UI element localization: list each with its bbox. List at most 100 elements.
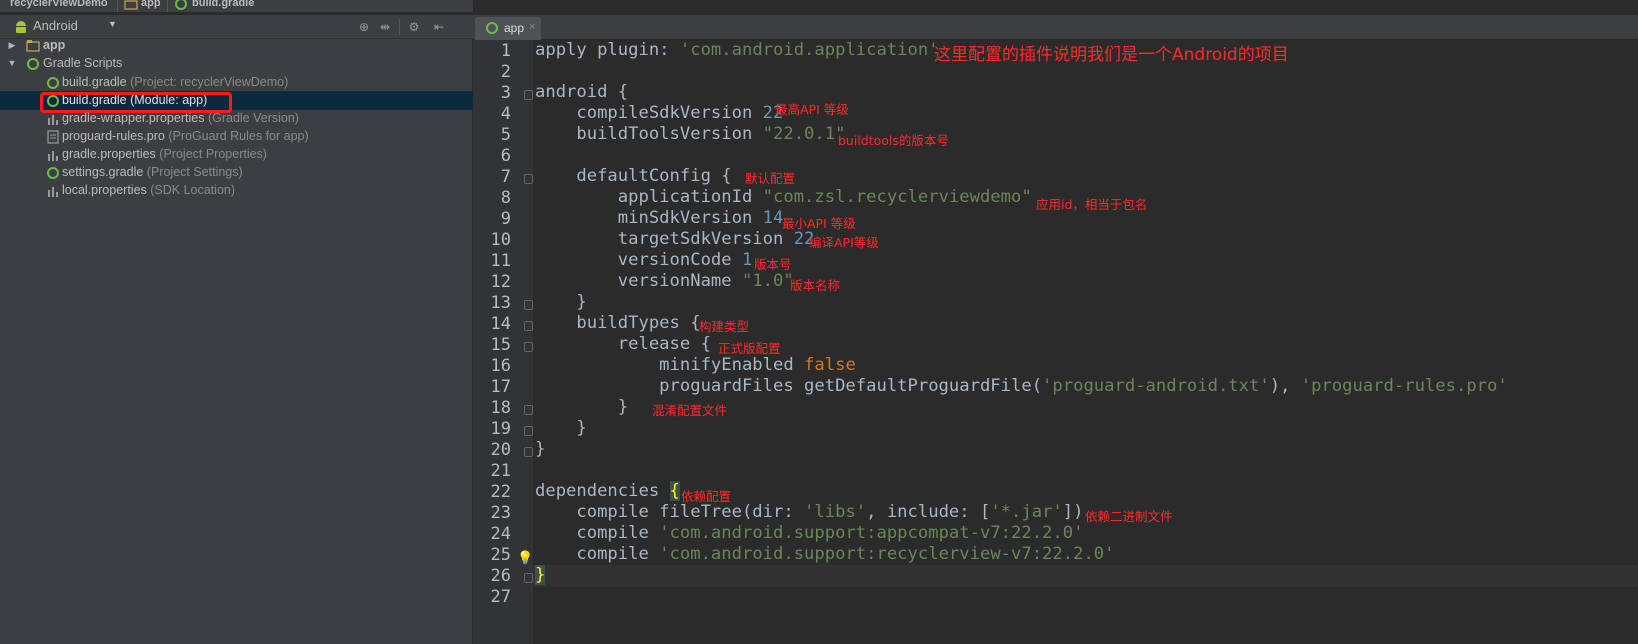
- code-line: }: [535, 292, 587, 312]
- code-token: dependencies: [535, 481, 670, 501]
- tree-item-sublabel: (Project Properties): [159, 147, 267, 161]
- code-token: 'libs': [804, 502, 867, 522]
- code-token: {: [669, 481, 680, 501]
- tree-item-label: settings.gradle: [62, 165, 144, 179]
- tree-item-proguard-rules[interactable]: proguard-rules.pro (ProGuard Rules for a…: [0, 127, 473, 146]
- line-number: 8: [500, 188, 511, 208]
- folder-icon: [26, 40, 40, 52]
- line-number: 14: [490, 314, 511, 334]
- expand-arrow-icon[interactable]: ▶: [7, 36, 17, 55]
- gradle-icon: [175, 0, 187, 10]
- line-number: 16: [490, 356, 511, 376]
- line-number: 11: [490, 251, 511, 271]
- annotation: 默认配置: [745, 171, 796, 186]
- code-line: }: [535, 418, 587, 438]
- collapse-arrow-icon[interactable]: ▼: [7, 54, 17, 73]
- tab-label: app: [504, 21, 525, 35]
- code-line: compile fileTree(dir: 'libs', include: […: [535, 502, 1083, 524]
- code-line: compileSdkVersion 22: [535, 103, 783, 125]
- line-number: 2: [500, 62, 511, 82]
- code-line-current: }: [533, 565, 1638, 587]
- code-token: "1.0": [741, 271, 794, 291]
- gear-icon[interactable]: ⚙: [406, 19, 422, 35]
- code-editor[interactable]: 1 2 3 4 5 6 7 8 9 10 11 12 13 14 15 16 1…: [473, 40, 1638, 644]
- fold-marker[interactable]: [524, 405, 533, 415]
- code-token: versionCode: [535, 250, 742, 270]
- code-token: applicationId: [535, 187, 763, 207]
- code-token: , include: [: [866, 502, 991, 522]
- navigation-bar: recyclerViewDemo app build.gradle: [0, 0, 473, 12]
- gradle-icon: [47, 167, 59, 179]
- tree-item-sublabel: (ProGuard Rules for app): [168, 129, 309, 143]
- code-token: ),: [1269, 376, 1301, 396]
- properties-icon: [48, 115, 58, 125]
- code-line: }: [535, 397, 629, 417]
- breadcrumb-file[interactable]: build.gradle: [192, 0, 254, 9]
- fold-marker[interactable]: [524, 300, 533, 310]
- code-token: 'proguard-rules.pro': [1300, 376, 1508, 396]
- fold-marker[interactable]: [524, 426, 533, 436]
- line-number: 4: [500, 104, 511, 124]
- breadcrumb-project[interactable]: recyclerViewDemo: [10, 0, 108, 9]
- fold-marker[interactable]: [524, 174, 533, 184]
- tab-app[interactable]: app ×: [475, 17, 541, 40]
- file-icon: [47, 130, 59, 144]
- tree-item-settings-gradle[interactable]: settings.gradle (Project Settings): [0, 163, 473, 182]
- line-number: 22: [490, 482, 511, 502]
- line-number: 15: [490, 335, 511, 355]
- tree-item-sublabel: (SDK Location): [150, 183, 236, 197]
- code-token: apply plugin:: [535, 40, 670, 60]
- annotation: buildtools的版本号: [838, 133, 949, 148]
- hide-panel-icon[interactable]: ⇤: [431, 19, 447, 35]
- annotation: 构建类型: [699, 319, 750, 334]
- annotation: 依赖配置: [681, 489, 732, 504]
- tree-item-label: gradle.properties: [62, 147, 156, 161]
- tree-item-sublabel: (Project: recyclerViewDemo): [130, 75, 289, 89]
- code-token: targetSdkVersion: [535, 229, 794, 249]
- code-token: compile: [535, 523, 660, 543]
- tree-item-gradle-scripts[interactable]: ▼ Gradle Scripts: [0, 54, 473, 73]
- scroll-from-source-icon[interactable]: ⊕: [356, 19, 372, 35]
- line-number: 9: [500, 209, 511, 229]
- code-line: versionName "1.0": [535, 271, 794, 293]
- close-icon[interactable]: ×: [529, 21, 535, 33]
- code-token: compile fileTree(dir:: [535, 502, 805, 522]
- tree-item-app[interactable]: ▶ app: [0, 36, 473, 55]
- annotation: 依赖二进制文件: [1085, 509, 1173, 524]
- fold-marker[interactable]: [524, 573, 533, 583]
- code-token: minSdkVersion: [535, 208, 763, 228]
- breadcrumb-module[interactable]: app: [141, 0, 161, 9]
- fold-marker[interactable]: [524, 342, 533, 352]
- fold-marker[interactable]: [524, 90, 533, 100]
- tree-item-build-gradle-project[interactable]: build.gradle (Project: recyclerViewDemo): [0, 73, 473, 92]
- line-number: 19: [490, 419, 511, 439]
- code-token: "22.0.1": [762, 124, 846, 144]
- code-token: ]): [1062, 502, 1084, 522]
- annotation: 最小API 等级: [782, 216, 856, 231]
- annotation: 这里配置的插件说明我们是一个Android的项目: [934, 45, 1289, 65]
- fold-marker[interactable]: [524, 321, 533, 331]
- code-token: 'com.android.application': [669, 40, 939, 60]
- code-line: applicationId "com.zsl.recyclerviewdemo": [535, 187, 1032, 209]
- tree-item-local-properties[interactable]: local.properties (SDK Location): [0, 181, 473, 200]
- tree-item-build-gradle-module[interactable]: build.gradle (Module: app): [0, 91, 473, 113]
- tree-item-label: build.gradle: [62, 75, 127, 89]
- line-number: 25: [490, 545, 511, 565]
- fold-marker[interactable]: [524, 447, 533, 457]
- breadcrumb-separator: [167, 0, 168, 12]
- code-token: versionName: [535, 271, 742, 291]
- view-mode-select[interactable]: Android: [33, 18, 78, 33]
- tree-item-label: local.properties: [62, 183, 147, 197]
- code-line: defaultConfig {: [535, 166, 732, 186]
- code-token: 1: [741, 250, 753, 270]
- tree-item-label: app: [43, 38, 66, 52]
- tree-item-gradle-properties[interactable]: gradle.properties (Project Properties): [0, 145, 473, 164]
- lightbulb-icon[interactable]: 💡: [517, 550, 533, 566]
- tree-item-sublabel: (Gradle Version): [207, 111, 299, 125]
- annotation: 版本号: [754, 257, 792, 272]
- code-line: apply plugin: 'com.android.application': [535, 40, 939, 62]
- chevron-down-icon[interactable]: ▼: [108, 19, 117, 29]
- code-line: compile 'com.android.support:recyclervie…: [535, 544, 1114, 566]
- collapse-all-icon[interactable]: ⇹: [377, 19, 393, 35]
- tree-item-gradle-wrapper-properties[interactable]: gradle-wrapper.properties (Gradle Versio…: [0, 109, 473, 128]
